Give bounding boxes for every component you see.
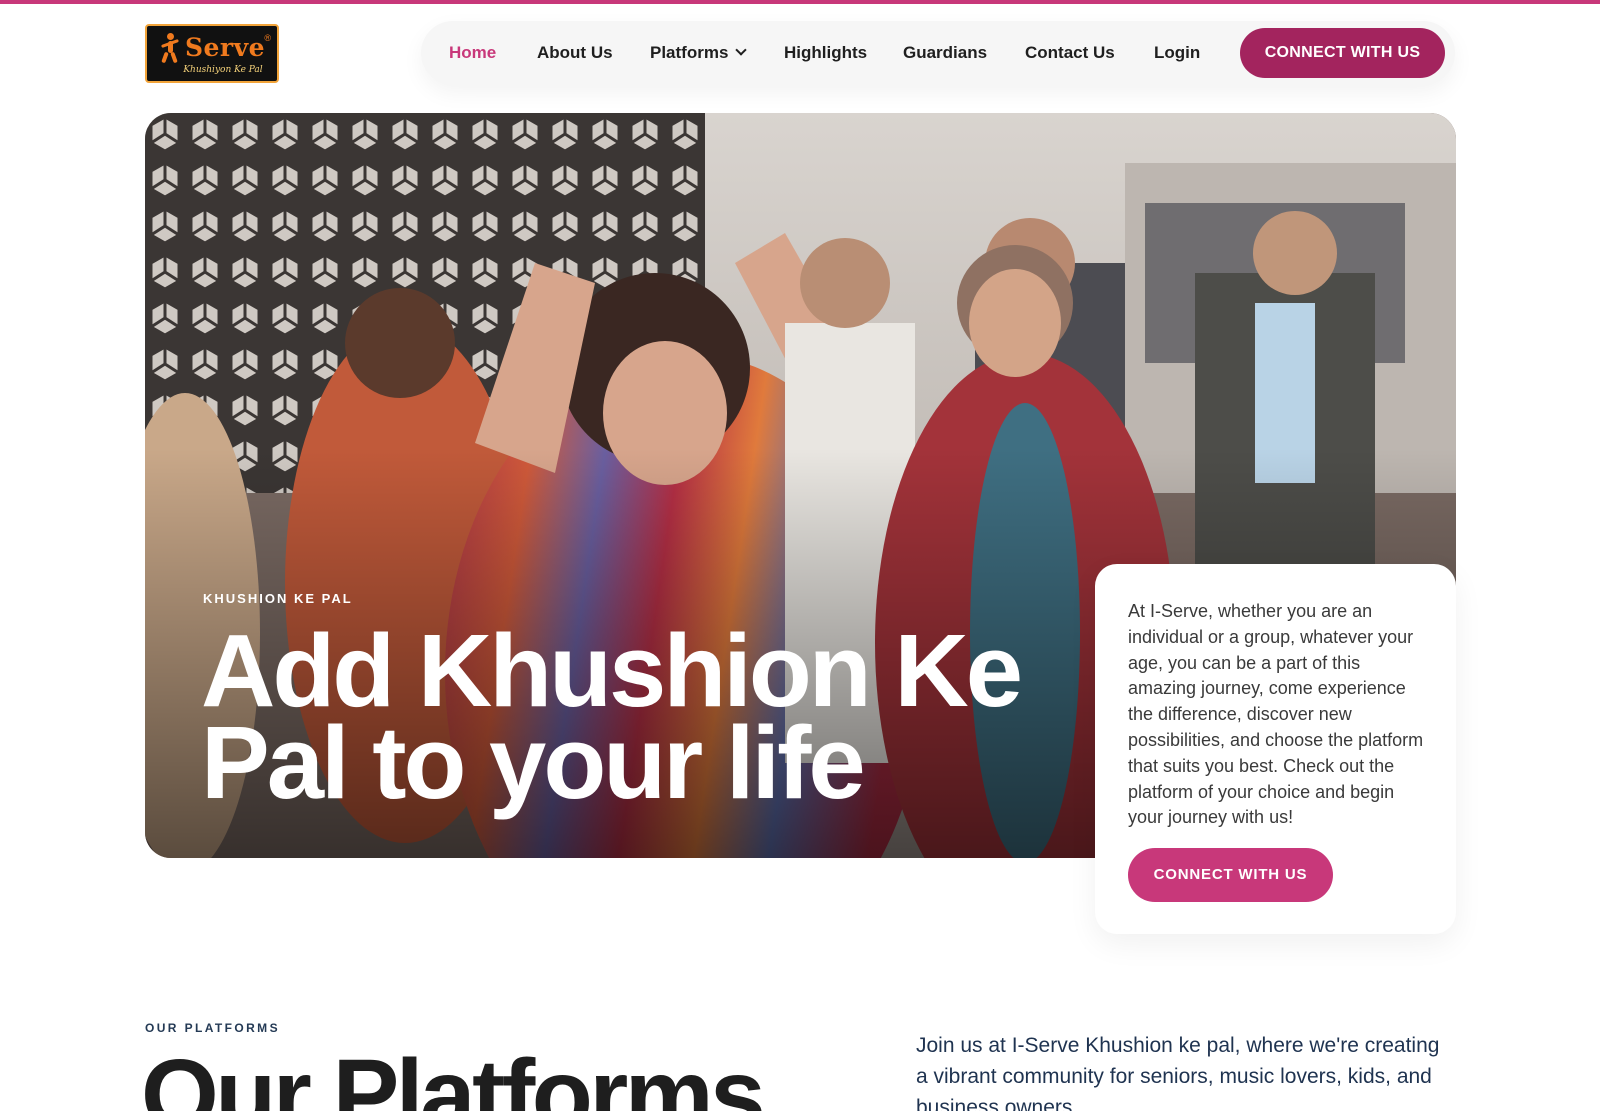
top-accent-stripe	[0, 0, 1600, 4]
hero-card-text: At I-Serve, whether you are an individua…	[1128, 601, 1424, 828]
person-figure-icon	[159, 32, 181, 63]
connect-with-us-button[interactable]: CONNECT WITH US	[1240, 28, 1445, 78]
logo-wordmark: Serve	[184, 33, 266, 62]
logo-mark: Serve	[159, 32, 266, 63]
nav-item-login[interactable]: Login	[1154, 21, 1200, 85]
platforms-eyebrow: OUR PLATFORMS	[145, 1021, 280, 1035]
nav-item-guardians[interactable]: Guardians	[903, 21, 987, 85]
hero-title: Add Khushion Ke Pal to your life	[201, 613, 1023, 820]
nav-item-about-us[interactable]: About Us	[537, 21, 613, 85]
chevron-down-icon	[735, 44, 748, 56]
logo-tagline: Khushiyon Ke Pal	[183, 64, 263, 75]
platforms-intro: Join us at I-Serve Khushion ke pal, wher…	[916, 1034, 1440, 1111]
nav-item-platforms-label: Platforms	[650, 43, 729, 62]
nav-item-platforms[interactable]: Platforms	[650, 21, 748, 85]
registered-mark: ®	[264, 33, 271, 43]
nav-item-home[interactable]: Home	[449, 21, 496, 85]
nav-item-highlights[interactable]: Highlights	[784, 21, 867, 85]
brand-logo[interactable]: Serve ® Khushiyon Ke Pal	[145, 24, 279, 83]
hero-info-card: At I-Serve, whether you are an individua…	[1095, 564, 1456, 934]
platforms-title: Our Platforms	[141, 1039, 766, 1111]
nav-item-contact-us[interactable]: Contact Us	[1025, 21, 1115, 85]
hero-connect-button[interactable]: CONNECT WITH US	[1128, 848, 1333, 902]
main-navigation: Home About Us Platforms Highlights Guard…	[421, 21, 1455, 85]
hero-eyebrow: KHUSHION KE PAL	[203, 591, 353, 606]
